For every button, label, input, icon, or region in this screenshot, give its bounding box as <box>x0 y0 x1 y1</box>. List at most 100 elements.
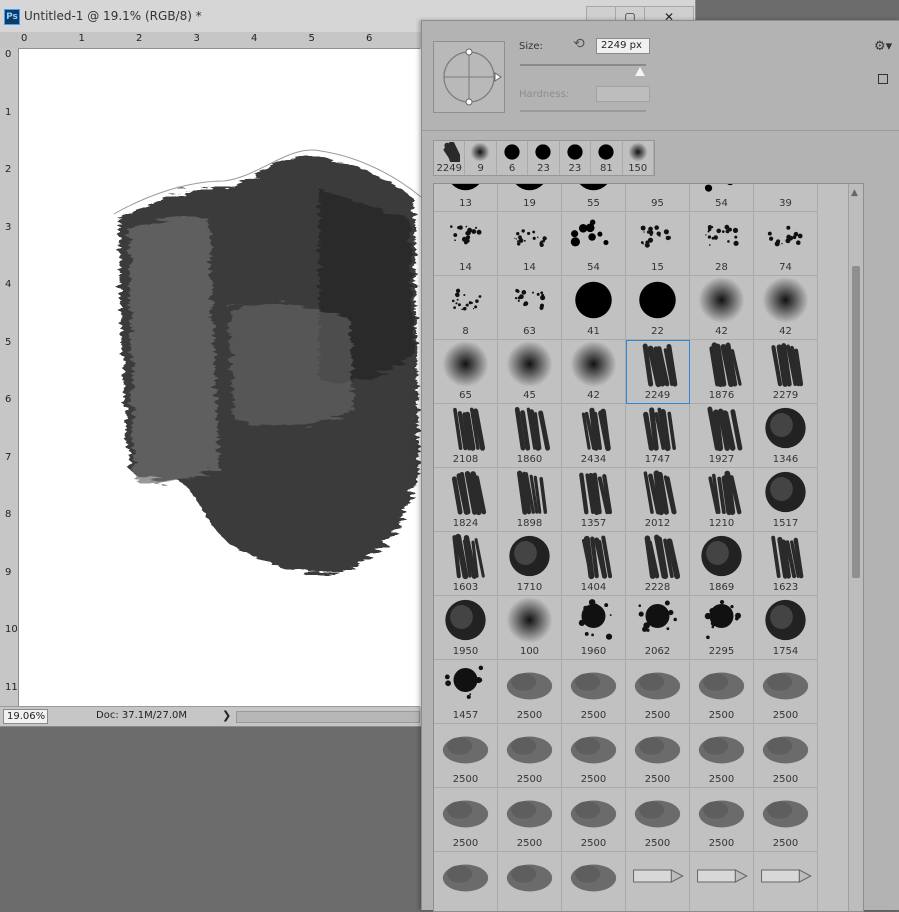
new-preset-icon[interactable] <box>878 74 888 84</box>
brush-preset-cell[interactable] <box>754 852 818 911</box>
brush-preset-cell[interactable]: 65 <box>434 340 498 404</box>
brush-preset-cell[interactable]: 2500 <box>562 660 626 724</box>
brush-preset-cell[interactable]: 1876 <box>690 340 754 404</box>
ruler-origin[interactable] <box>0 32 19 49</box>
brush-preset-cell[interactable]: 2500 <box>434 724 498 788</box>
gear-icon[interactable]: ⚙▾ <box>874 39 892 54</box>
scroll-up-icon[interactable]: ▲ <box>851 188 858 198</box>
brush-size-label: 1876 <box>708 390 735 401</box>
brush-preset-cell[interactable]: 2500 <box>626 724 690 788</box>
brush-preset-cell[interactable]: 2279 <box>754 340 818 404</box>
recent-brush-item[interactable]: 2249 <box>434 141 466 175</box>
brush-preset-cell[interactable]: 2434 <box>562 404 626 468</box>
brush-preset-cell[interactable]: 1824 <box>434 468 498 532</box>
brush-preset-cell[interactable]: 2500 <box>434 788 498 852</box>
brush-preset-cell[interactable] <box>562 852 626 911</box>
vertical-ruler[interactable]: 0 1 2 3 4 5 6 7 8 9 10 11 <box>0 48 19 706</box>
brush-preset-cell[interactable]: 1346 <box>754 404 818 468</box>
brush-preset-cell[interactable]: 42 <box>754 276 818 340</box>
brush-preset-cell[interactable]: 2500 <box>754 660 818 724</box>
brush-preset-cell[interactable]: 100 <box>498 596 562 660</box>
brush-preset-cell[interactable]: 2062 <box>626 596 690 660</box>
brush-preset-cell[interactable]: 2500 <box>626 660 690 724</box>
brush-preset-cell[interactable]: 2295 <box>690 596 754 660</box>
brush-preset-cell[interactable]: 1357 <box>562 468 626 532</box>
brush-preset-cell[interactable]: 1404 <box>562 532 626 596</box>
brush-preset-cell[interactable]: 54 <box>690 184 754 212</box>
brush-preset-cell[interactable]: 2249 <box>626 340 690 404</box>
zoom-level-field[interactable]: 19.06% <box>3 709 48 724</box>
brush-preset-cell[interactable]: 14 <box>434 212 498 276</box>
brush-preset-cell[interactable]: 54 <box>562 212 626 276</box>
brush-preset-cell[interactable]: 2500 <box>690 660 754 724</box>
brush-preset-cell[interactable]: 15 <box>626 212 690 276</box>
brush-preset-cell[interactable]: 2500 <box>562 788 626 852</box>
scrollbar-thumb[interactable] <box>852 266 860 578</box>
recent-brush-item[interactable]: 6 <box>497 141 529 175</box>
brush-preset-cell[interactable] <box>626 852 690 911</box>
brush-preset-cell[interactable]: 1457 <box>434 660 498 724</box>
brush-preset-cell[interactable]: 2500 <box>498 660 562 724</box>
document-size-info[interactable]: Doc: 37.1M/27.0M <box>96 710 187 721</box>
brush-preset-cell[interactable]: 13 <box>434 184 498 212</box>
brush-preset-cell[interactable]: 1869 <box>690 532 754 596</box>
brush-preset-cell[interactable]: 1623 <box>754 532 818 596</box>
brush-preset-cell[interactable]: 28 <box>690 212 754 276</box>
size-slider-track[interactable] <box>520 64 646 66</box>
recent-brush-item[interactable]: 9 <box>465 141 497 175</box>
brush-thumbnail <box>532 142 554 165</box>
brush-preset-cell[interactable]: 39 <box>754 184 818 212</box>
brush-preset-cell[interactable]: 2500 <box>498 788 562 852</box>
brush-preset-cell[interactable]: 1517 <box>754 468 818 532</box>
brush-preset-cell[interactable]: 74 <box>754 212 818 276</box>
brush-preset-cell[interactable]: 1950 <box>434 596 498 660</box>
brush-preset-cell[interactable]: 19 <box>498 184 562 212</box>
brush-preset-cell[interactable]: 2108 <box>434 404 498 468</box>
brush-preset-cell[interactable]: 2500 <box>690 724 754 788</box>
brush-preset-cell[interactable] <box>498 852 562 911</box>
brush-preset-cell[interactable] <box>690 852 754 911</box>
brush-preset-cell[interactable]: 2012 <box>626 468 690 532</box>
brush-preset-cell[interactable]: 63 <box>498 276 562 340</box>
brush-preset-cell[interactable]: 42 <box>690 276 754 340</box>
brush-preset-cell[interactable]: 8 <box>434 276 498 340</box>
recent-brush-item[interactable]: 81 <box>591 141 623 175</box>
brush-preset-cell[interactable]: 1927 <box>690 404 754 468</box>
horizontal-ruler[interactable]: 01234567 <box>18 32 420 49</box>
brush-preset-cell[interactable]: 1898 <box>498 468 562 532</box>
brush-preset-cell[interactable]: 2228 <box>626 532 690 596</box>
brush-thumbnail <box>690 340 753 388</box>
brush-preset-cell[interactable]: 1710 <box>498 532 562 596</box>
size-slider-thumb[interactable] <box>634 67 645 76</box>
brush-preset-cell[interactable]: 41 <box>562 276 626 340</box>
brush-preset-cell[interactable]: 1747 <box>626 404 690 468</box>
brush-preset-cell[interactable]: 2500 <box>754 788 818 852</box>
reset-icon[interactable]: ⟲ <box>573 36 585 52</box>
recent-brush-item[interactable]: 23 <box>528 141 560 175</box>
recent-brush-item[interactable]: 150 <box>623 141 654 175</box>
brush-preset-cell[interactable]: 55 <box>562 184 626 212</box>
brush-preset-cell[interactable]: 22 <box>626 276 690 340</box>
brush-preset-cell[interactable]: 1860 <box>498 404 562 468</box>
brush-preset-cell[interactable]: 1210 <box>690 468 754 532</box>
horizontal-scrollbar[interactable] <box>236 711 420 723</box>
brush-preset-cell[interactable] <box>434 852 498 911</box>
brush-angle-preview[interactable] <box>433 41 505 113</box>
brush-preset-cell[interactable]: 2500 <box>690 788 754 852</box>
brush-preset-cell[interactable]: 1960 <box>562 596 626 660</box>
brush-preset-cell[interactable]: 2500 <box>562 724 626 788</box>
brush-preset-cell[interactable]: 1603 <box>434 532 498 596</box>
brush-preset-cell[interactable]: 42 <box>562 340 626 404</box>
brush-preset-cell[interactable]: 2500 <box>754 724 818 788</box>
status-menu-arrow-icon[interactable]: ❯ <box>222 709 231 722</box>
brush-preset-cell[interactable]: 14 <box>498 212 562 276</box>
brush-preset-cell[interactable]: 1754 <box>754 596 818 660</box>
recent-brush-item[interactable]: 23 <box>560 141 592 175</box>
brush-preset-cell[interactable]: 95 <box>626 184 690 212</box>
size-input[interactable]: 2249 px <box>596 38 650 54</box>
brush-preset-cell[interactable]: 45 <box>498 340 562 404</box>
brush-preset-cell[interactable]: 2500 <box>498 724 562 788</box>
brush-preset-cell[interactable]: 2500 <box>626 788 690 852</box>
document-canvas[interactable] <box>19 49 421 707</box>
preset-list-scrollbar[interactable]: ▲ <box>848 184 863 911</box>
